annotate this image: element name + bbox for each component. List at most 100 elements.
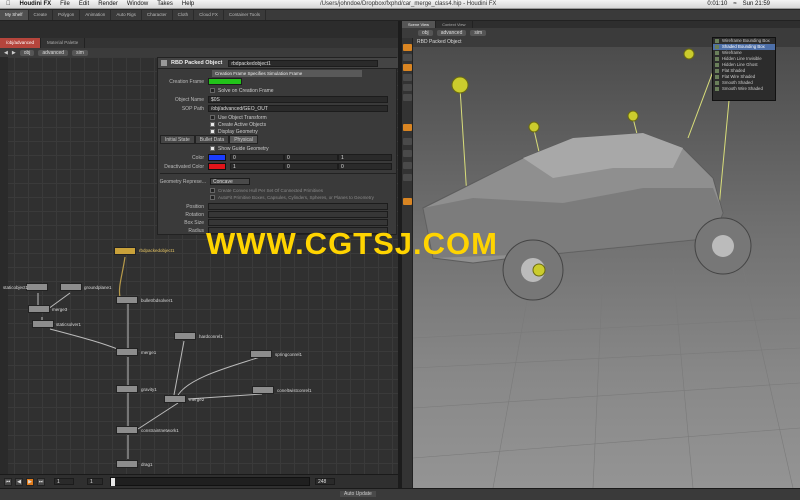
- path-sim[interactable]: sim: [470, 30, 487, 36]
- auto-update-select[interactable]: Auto Update: [340, 491, 376, 497]
- apple-menu-icon[interactable]: : [6, 1, 11, 7]
- display-tool-icon[interactable]: [403, 150, 412, 157]
- menu-edit[interactable]: Edit: [79, 1, 89, 7]
- show-guide-checkbox[interactable]: [210, 146, 215, 151]
- deact-r[interactable]: 1: [230, 163, 284, 170]
- shelf-tab-cloud-fx[interactable]: Cloud FX: [194, 10, 224, 20]
- geometry-rep-select[interactable]: Concave: [210, 178, 250, 185]
- light-tool-icon[interactable]: [403, 162, 412, 169]
- node-constraintnetwork1[interactable]: [116, 426, 138, 434]
- menu-help[interactable]: Help: [182, 1, 194, 7]
- tab-context-view[interactable]: Context View: [436, 21, 473, 28]
- color-swatch-red[interactable]: [208, 163, 226, 170]
- shelf-tab-polygon[interactable]: Polygon: [53, 10, 81, 20]
- jump-start-button[interactable]: ⏮: [4, 477, 12, 486]
- node-merge1[interactable]: [116, 348, 138, 356]
- shelf-tab-create[interactable]: Create: [29, 10, 54, 20]
- tab-initial-state[interactable]: Initial State: [160, 135, 195, 144]
- back-arrow-icon[interactable]: ◀: [4, 50, 8, 56]
- node-groundplane1[interactable]: [60, 283, 82, 291]
- shelf-tab-my-shelf[interactable]: My Shelf: [0, 10, 29, 20]
- rotate-tool-icon[interactable]: [403, 64, 412, 71]
- node-name-field[interactable]: rbdpackedobject1: [228, 59, 379, 67]
- node-drag1[interactable]: [116, 460, 138, 468]
- path-obj[interactable]: obj: [418, 30, 433, 36]
- solve-on-creation-checkbox[interactable]: [210, 88, 215, 93]
- shelf-tab-character[interactable]: Character: [142, 10, 173, 20]
- menu-render[interactable]: Render: [98, 1, 118, 7]
- node-rbdpackedobject1[interactable]: [114, 247, 136, 255]
- rotation-label: Rotation: [185, 211, 204, 218]
- box-size-field[interactable]: [208, 219, 388, 226]
- snap-tool-icon[interactable]: [403, 138, 412, 145]
- color-g[interactable]: 0: [284, 154, 338, 161]
- show-guide-label: Show Guide Geometry: [218, 145, 269, 152]
- node-label: hardconrel1: [199, 334, 223, 339]
- frame-cursor[interactable]: [111, 478, 115, 486]
- node-staticsolver1[interactable]: [32, 320, 54, 328]
- menu-window[interactable]: Window: [127, 1, 148, 7]
- menu-takes[interactable]: Takes: [157, 1, 173, 7]
- view-tool-icon[interactable]: [403, 124, 412, 131]
- deact-b[interactable]: 0: [338, 163, 392, 170]
- node-merge2[interactable]: [164, 395, 186, 403]
- end-frame-field[interactable]: 248: [315, 478, 335, 485]
- tab-obj-advanced[interactable]: /obj/advanced: [0, 38, 42, 48]
- path-advanced[interactable]: advanced: [38, 49, 69, 56]
- play-button[interactable]: ▶: [26, 477, 34, 486]
- color-r[interactable]: 0: [230, 154, 284, 161]
- tab-material-palette[interactable]: Material Palette: [41, 38, 86, 48]
- node-bulletrbdsolver1[interactable]: [116, 296, 138, 304]
- color-swatch-blue[interactable]: [208, 154, 226, 161]
- node-staticobject1[interactable]: [26, 283, 48, 291]
- display-geometry-label: Display Geometry: [218, 128, 258, 135]
- shelf-tab-auto-rigs[interactable]: Auto Rigs: [111, 10, 142, 20]
- move-tool-icon[interactable]: [403, 54, 412, 61]
- position-field[interactable]: [208, 203, 388, 210]
- path-obj[interactable]: obj: [19, 49, 35, 56]
- start-frame-field[interactable]: 1: [87, 478, 103, 485]
- viewport-scene: [413, 48, 800, 488]
- tab-bullet-data[interactable]: Bullet Data: [194, 135, 230, 144]
- anchor-sphere: [451, 76, 469, 94]
- node-hardconrel1[interactable]: [174, 332, 196, 340]
- deactivated-color-label: Deactivated Color: [164, 163, 204, 170]
- tab-physical[interactable]: Physical: [229, 135, 258, 144]
- node-coneltwistconrel1[interactable]: [252, 386, 274, 394]
- select-tool-icon[interactable]: [403, 44, 412, 51]
- menu-file[interactable]: File: [60, 1, 70, 7]
- tab-scene-view[interactable]: Scene View: [402, 21, 437, 28]
- color-b[interactable]: 1: [338, 154, 392, 161]
- shelf-tab-cloth[interactable]: Cloth: [173, 10, 195, 20]
- scale-tool-icon[interactable]: [403, 74, 412, 81]
- current-frame-field[interactable]: 1: [54, 478, 74, 485]
- timeline-slider[interactable]: [110, 477, 310, 486]
- node-merge3[interactable]: [28, 305, 50, 313]
- render-tool-icon[interactable]: [403, 198, 412, 205]
- network-path-bar: ◀ ▶ obj advanced sim: [0, 48, 398, 57]
- menu-item-smooth-wire-shaded[interactable]: Smooth Wire Shaded: [713, 86, 775, 92]
- step-back-button[interactable]: ◀: [15, 477, 23, 486]
- rotation-field[interactable]: [208, 211, 388, 218]
- pose-tool-icon[interactable]: [403, 94, 412, 101]
- jump-end-button[interactable]: ⏭: [37, 477, 45, 486]
- shelf-tab-container-tools[interactable]: Container Tools: [224, 10, 267, 20]
- scene-viewport[interactable]: [413, 38, 800, 488]
- sop-path-field[interactable]: /obj/advanced/GEO_OUT: [208, 105, 388, 112]
- forward-arrow-icon[interactable]: ▶: [12, 50, 16, 56]
- camera-tool-icon[interactable]: [403, 174, 412, 181]
- path-advanced[interactable]: advanced: [436, 30, 467, 36]
- handle-tool-icon[interactable]: [403, 84, 412, 91]
- node-gravity1[interactable]: [116, 385, 138, 393]
- creation-frame-slider[interactable]: [208, 78, 242, 85]
- object-name-field[interactable]: $0S: [208, 96, 388, 103]
- path-sim[interactable]: sim: [72, 49, 88, 56]
- autofit-checkbox[interactable]: [210, 195, 215, 200]
- app-menu[interactable]: Houdini FX: [20, 1, 52, 7]
- display-geometry-checkbox[interactable]: [210, 129, 215, 134]
- deact-g[interactable]: 0: [284, 163, 338, 170]
- shelf-tab-animation[interactable]: Animation: [80, 10, 112, 20]
- node-springconrel1[interactable]: [250, 350, 272, 358]
- parameter-pane: RBD Packed Object rbdpackedobject1 Creat…: [157, 57, 398, 235]
- wifi-icon[interactable]: ≈: [733, 1, 736, 7]
